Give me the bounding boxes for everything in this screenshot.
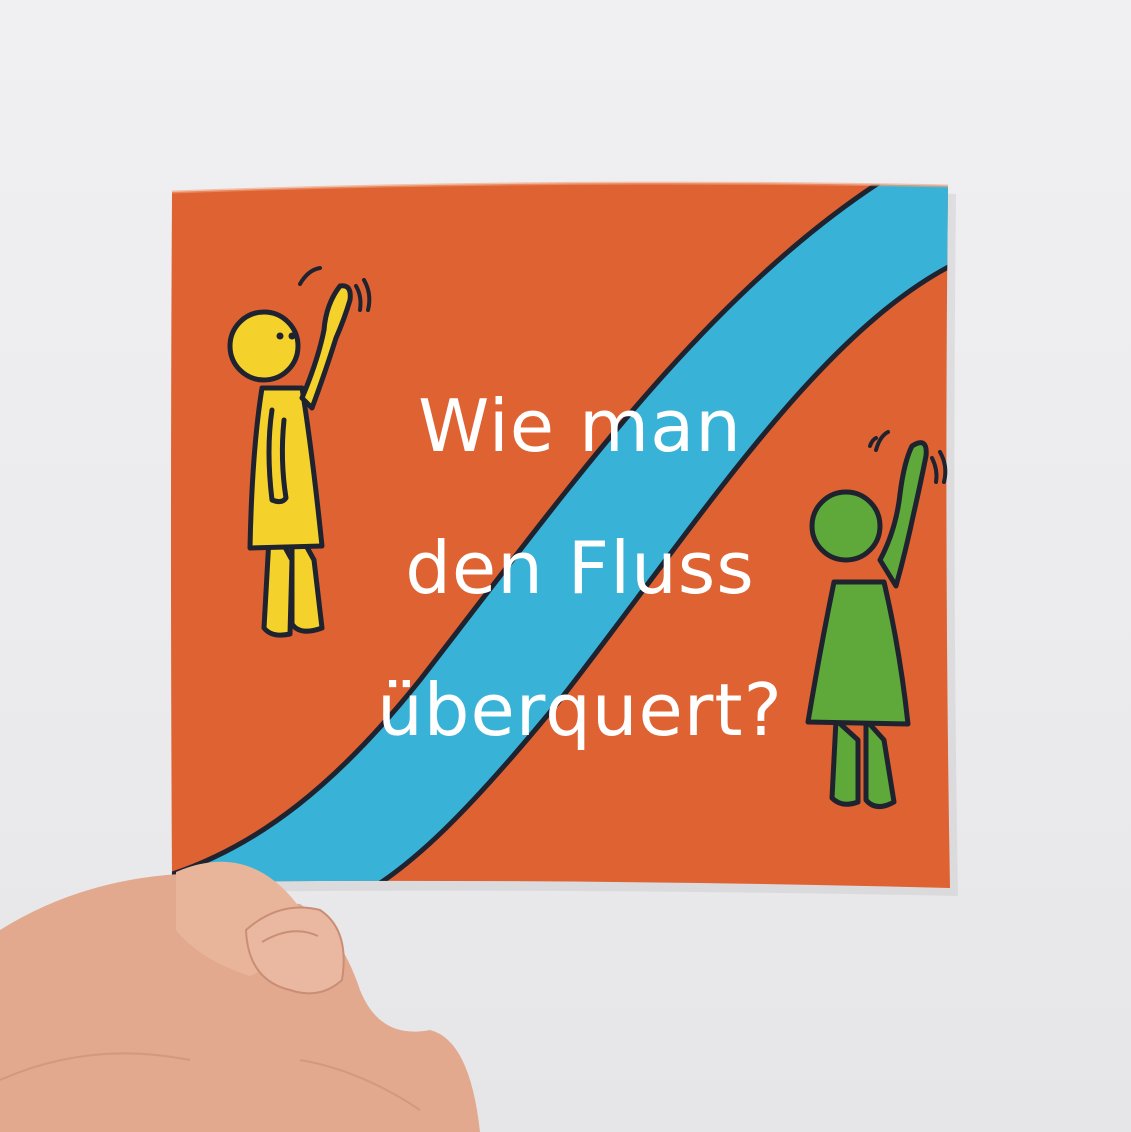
booklet-title: Wie man den Fluss überquert?	[300, 355, 860, 781]
title-line-1: Wie man	[418, 384, 742, 468]
hand	[0, 861, 480, 1132]
photo-scene: Wie man den Fluss überquert?	[0, 0, 1131, 1132]
title-line-3: überquert?	[377, 668, 783, 752]
title-line-2: den Fluss	[405, 526, 755, 610]
